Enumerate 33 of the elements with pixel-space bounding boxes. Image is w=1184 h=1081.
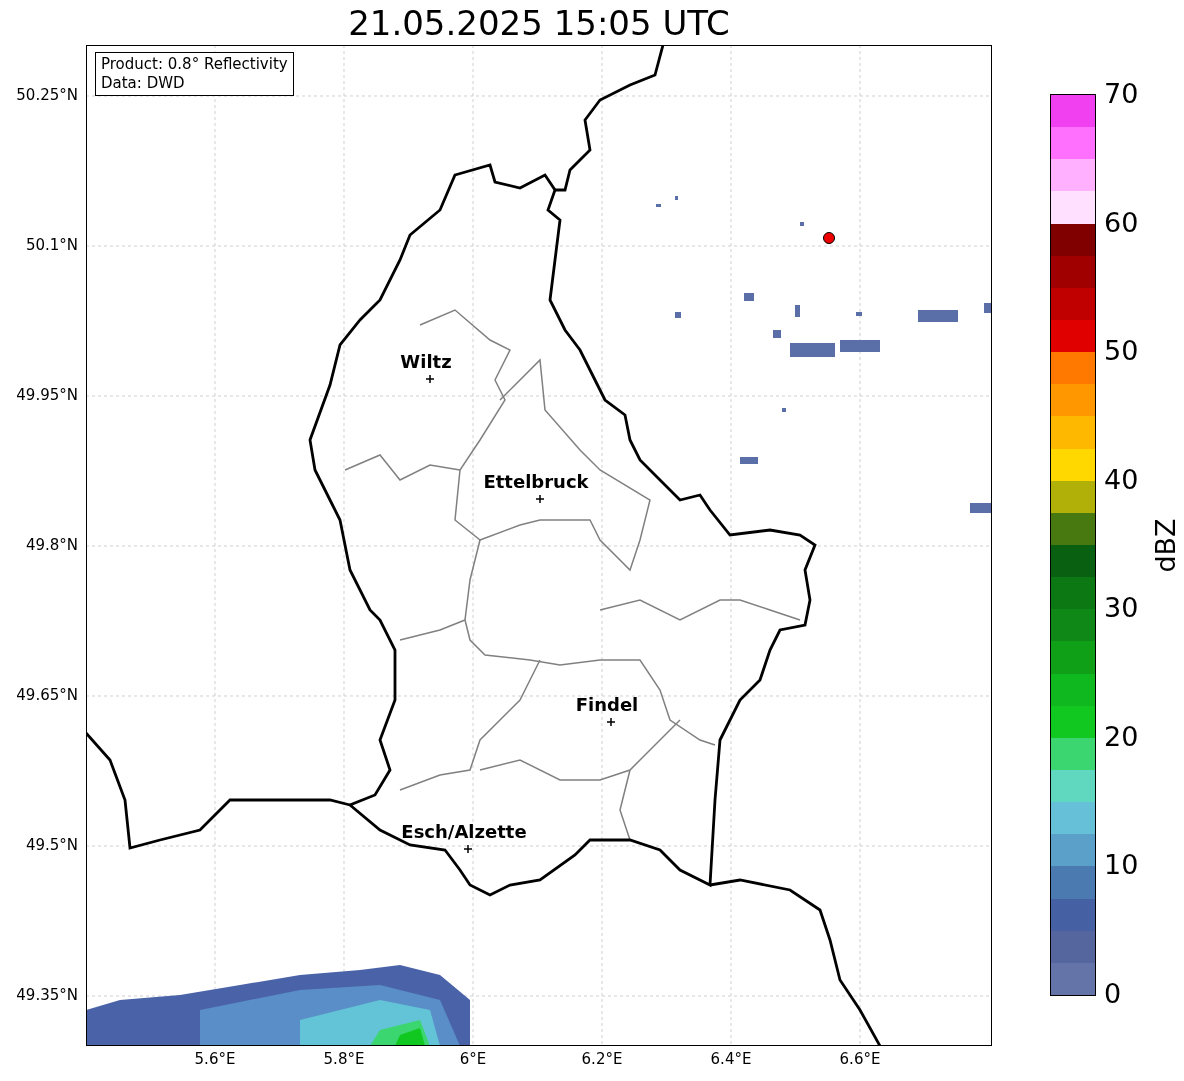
city-label: Wiltz (400, 353, 452, 371)
latitude-label: 49.65°N (16, 688, 78, 703)
colorbar-tick-label: 40 (1104, 465, 1139, 493)
latitude-label: 49.95°N (16, 388, 78, 403)
longitude-label: 6.2°E (581, 1052, 623, 1067)
colorbar-tick-label: 10 (1104, 851, 1139, 879)
colorbar-tick-label: 30 (1104, 594, 1139, 622)
latitude-label: 50.1°N (25, 238, 78, 253)
colorbar-tick-label: 50 (1104, 337, 1139, 365)
info-text: Product: 0.8° Reflectivity (101, 55, 288, 74)
latitude-label: 50.25°N (16, 88, 78, 103)
plus-marker-icon (536, 495, 544, 503)
plus-marker-icon (426, 375, 434, 383)
colorbar-tick-label: 60 (1104, 208, 1139, 236)
chart-title: 21.05.2025 15:05 UTC (348, 5, 730, 40)
latitude-label: 49.5°N (25, 838, 78, 853)
plus-marker-icon (607, 718, 615, 726)
city-label: Findel (575, 696, 639, 714)
longitude-label: 5.6°E (194, 1052, 236, 1067)
latitude-label: 49.8°N (25, 538, 78, 553)
plus-marker-icon (464, 845, 472, 853)
longitude-label: 5.8°E (323, 1052, 365, 1067)
colorbar-tick-label: 70 (1104, 80, 1139, 107)
city-label: Esch/Alzette (401, 823, 527, 841)
city-label: Ettelbruck (483, 473, 589, 491)
colorbar-tick-label: 20 (1104, 722, 1139, 750)
info-text: Data: DWD (101, 74, 186, 93)
longitude-label: 6.6°E (839, 1052, 881, 1067)
longitude-label: 6.4°E (710, 1052, 752, 1067)
latitude-label: 49.35°N (16, 988, 78, 1003)
colorbar-tick-label: 0 (1104, 980, 1122, 1007)
colorbar-label: dBZ (1151, 517, 1179, 573)
longitude-label: 6°E (459, 1052, 487, 1067)
